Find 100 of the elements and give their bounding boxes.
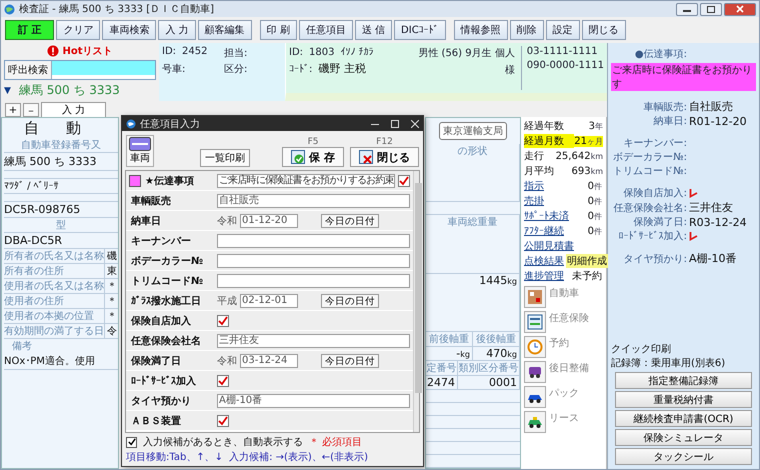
table-cell-text: 令 <box>106 325 117 338</box>
print-button[interactable]: 指定整備記録簿 <box>615 372 752 389</box>
text-field[interactable]: ご来店時に保険証書をお預かりするお約束 <box>217 174 395 188</box>
checkbox[interactable] <box>126 436 137 448</box>
checkbox[interactable] <box>398 174 410 186</box>
field-label: 備考 <box>11 340 33 353</box>
remarks-text: NOx･PM適合。使用 <box>4 353 118 370</box>
search-field[interactable] <box>52 61 155 75</box>
stat-label: 走行 <box>524 150 544 163</box>
save-button[interactable]: 保 存 <box>282 147 344 167</box>
field-label: 保険満了日 <box>130 354 181 368</box>
table-cell-text: ＊ <box>106 280 117 293</box>
toolbar-button[interactable]: 情報参照 <box>454 20 508 40</box>
field-label: ●伝達事項: <box>634 48 687 61</box>
toolbar-button[interactable]: 削除 <box>510 20 544 40</box>
toolbar-button[interactable]: 送 信 <box>354 20 392 40</box>
print-button[interactable]: 重量税納付書 <box>615 391 752 408</box>
toolbar-button[interactable]: 入 力 <box>158 20 196 40</box>
close-dialog-button[interactable]: 閉じる <box>350 147 419 167</box>
table-cell: 470kg <box>473 346 520 361</box>
link[interactable]: 売掛 <box>524 194 544 208</box>
close-icon[interactable] <box>411 120 419 128</box>
era-label: 平成 <box>217 294 237 308</box>
checkbox[interactable] <box>217 414 229 426</box>
app-shortcut-button[interactable] <box>524 361 546 383</box>
maximize-icon[interactable] <box>391 120 399 128</box>
model-code: DBA-DC5R <box>4 233 118 249</box>
link[interactable]: 公開見積書 <box>524 239 574 253</box>
close-button[interactable] <box>724 2 756 16</box>
field-label: 任意保険会社名 <box>130 334 201 348</box>
link[interactable]: 点検結果 <box>524 254 564 268</box>
date-field[interactable]: 03-12-24 <box>240 354 298 368</box>
maximize-button[interactable] <box>700 2 722 16</box>
field-value: R03-12-24 <box>689 216 747 228</box>
today-button[interactable]: 今日の日付 <box>321 294 379 308</box>
today-button[interactable]: 今日の日付 <box>321 214 379 228</box>
close-icon <box>736 5 744 13</box>
stat-value: 25,642km <box>556 151 603 162</box>
toolbar-button[interactable]: 車両検索 <box>102 20 156 40</box>
hotlist-link[interactable]: Hotリスト <box>62 44 113 58</box>
field-value: R01-12-20 <box>689 114 747 128</box>
field-value: 自社販売 <box>689 99 733 114</box>
text-field[interactable]: 自社販売 <box>217 194 410 208</box>
toolbar-button[interactable]: クリア <box>56 20 100 40</box>
app-shortcut-button[interactable] <box>524 411 546 433</box>
clock-icon <box>527 339 543 355</box>
text-field[interactable]: A棚-10番 <box>217 394 410 408</box>
field-value: 2452 <box>182 46 208 59</box>
print-button[interactable]: タックシール <box>615 448 752 465</box>
toolbar-button[interactable]: 訂 正 <box>5 20 54 40</box>
date-field[interactable]: 02-12-01 <box>240 294 298 308</box>
calculator-icon <box>527 289 543 305</box>
expand-toggle[interactable]: ▼ <box>4 86 11 96</box>
field-label: ｶﾞﾗｽ撥水施工日 <box>130 294 201 308</box>
text-field[interactable] <box>217 254 410 268</box>
shortcut-label: パック <box>549 387 579 400</box>
minimize-button[interactable] <box>676 2 698 16</box>
field-label: 納車日 <box>130 214 161 228</box>
toolbar-button[interactable]: 顧客編集 <box>198 20 252 40</box>
app-shortcut-button[interactable] <box>524 386 546 408</box>
toolbar-button[interactable]: 印 刷 <box>260 20 297 40</box>
date-field[interactable]: 01-12-20 <box>240 214 298 228</box>
field-label: 車輌販売: <box>642 100 687 114</box>
link[interactable]: ｻﾎﾟｰﾄ未済 <box>524 209 569 223</box>
zoom-button[interactable]: + <box>5 103 21 117</box>
print-list-button[interactable]: 一覧印刷 <box>200 149 250 167</box>
vehicle-make: ﾏﾂﾀﾞ / ﾍﾞﾘｰｻ <box>4 179 118 194</box>
field-label: ﾛｰﾄﾞｻｰﾋﾞｽ加入 <box>130 374 196 388</box>
link[interactable]: ｱﾌﾀｰ継続 <box>524 224 564 238</box>
table-cell: 使用者の氏名又は名称 <box>4 279 105 293</box>
text-field[interactable] <box>217 234 410 248</box>
table-cell-text: ＊ <box>106 310 117 323</box>
tab[interactable]: 入 力 <box>41 102 106 117</box>
print-button[interactable]: 保険シミュレータ <box>615 429 752 446</box>
link-value: 明細作成 <box>566 254 608 268</box>
table-header: 前後軸重 <box>426 332 473 347</box>
scrollbar[interactable] <box>412 171 419 432</box>
vehicle-button[interactable]: 車両 <box>126 135 154 167</box>
phone-number: 03-1111-1111 <box>526 46 599 57</box>
shortcut-key-label: F5 <box>308 137 319 147</box>
text-field[interactable] <box>217 274 410 288</box>
zoom-button[interactable]: － <box>23 103 39 117</box>
checkbox[interactable] <box>217 314 229 326</box>
table-header: の形状 <box>426 144 520 202</box>
toolbar-button[interactable]: 設定 <box>546 20 580 40</box>
print-button[interactable]: 継続検査申請書(OCR) <box>615 410 752 427</box>
today-button[interactable]: 今日の日付 <box>321 354 379 368</box>
shortcut-label: 予約 <box>549 337 569 350</box>
toolbar-button[interactable]: 任意項目 <box>298 20 353 40</box>
close-icon <box>359 150 373 164</box>
toolbar-button[interactable]: DICｺｰﾄﾞ <box>394 20 446 40</box>
form-icon <box>527 314 543 330</box>
checkbox[interactable] <box>217 374 229 386</box>
text-field[interactable]: 三井住友 <box>217 334 410 348</box>
link[interactable]: 進捗管理 <box>524 269 564 283</box>
field-value: A棚-10番 <box>689 251 736 266</box>
field-label: キーナンバー: <box>622 137 687 150</box>
toolbar-button[interactable]: 閉じる <box>582 20 626 40</box>
link[interactable]: 指示 <box>524 179 544 193</box>
dialog-title: 任意項目入力 <box>140 118 200 130</box>
